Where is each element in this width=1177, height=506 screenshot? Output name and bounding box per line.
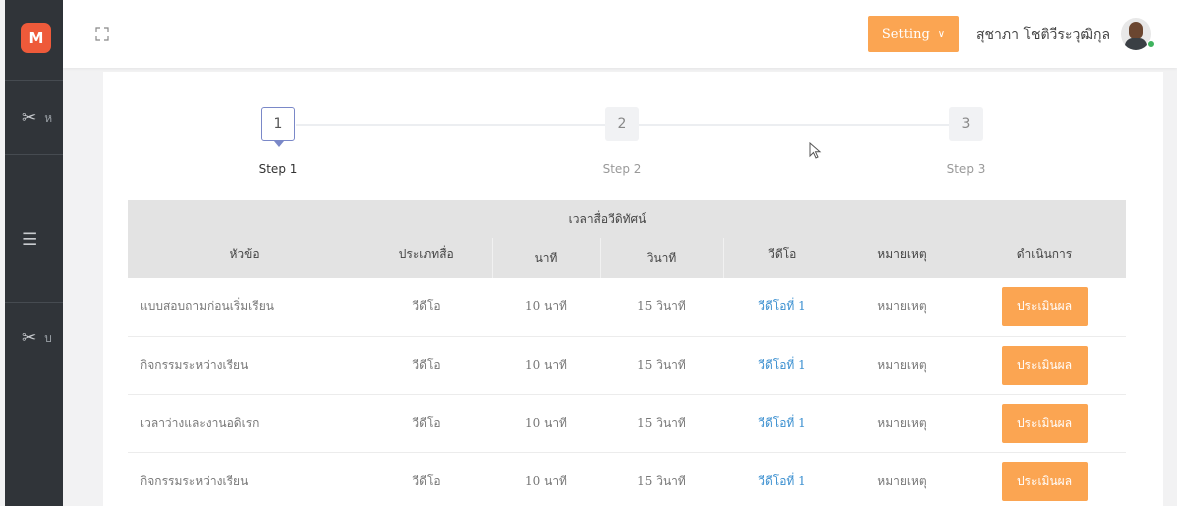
cell-action: ประเมินผล (963, 278, 1126, 337)
step-2-box[interactable]: 2 (605, 107, 639, 141)
setting-label: Setting (881, 26, 930, 42)
online-status-dot (1147, 40, 1155, 48)
cell-note: หมายเหตุ (841, 452, 963, 506)
evaluate-button[interactable]: ประเมินผล (1001, 287, 1088, 327)
menu-icon: ☰ (22, 230, 38, 250)
step-2-label: Step 2 (602, 162, 642, 176)
mouse-cursor-icon (809, 142, 822, 159)
cell-seconds: 15 วินาที (600, 394, 723, 453)
header-minutes: นาที (491, 238, 601, 278)
cell-action: ประเมินผล (963, 336, 1126, 395)
header-seconds: วินาที (599, 238, 724, 278)
cell-topic: เวลาว่างและงานอดิเรก (128, 394, 361, 453)
cell-seconds: 15 วินาที (600, 452, 723, 506)
sidebar-item-menu[interactable]: ☰ (22, 230, 37, 250)
content-card: 1 Step 1 2 Step 2 3 Step 3 หัวข้อ ประเภท… (103, 72, 1163, 506)
cell-minutes: 10 นาที (492, 452, 600, 506)
sidebar-item-label: ห (44, 110, 53, 125)
step-connector (639, 124, 965, 126)
cell-note: หมายเหตุ (841, 278, 963, 337)
cell-video: วีดีโอที่ 1 (723, 452, 841, 506)
cell-media-type: วีดีโอ (361, 336, 492, 395)
setting-button[interactable]: Setting ∨ (868, 16, 959, 52)
table-row: กิจกรรมระหว่างเรียน วีดีโอ 10 นาที 15 วิ… (128, 452, 1126, 506)
table-row: กิจกรรมระหว่างเรียน วีดีโอ 10 นาที 15 วิ… (128, 336, 1126, 395)
sidebar-item-label: บ (44, 330, 52, 345)
header-media-time: เวลาสื่อวีดิทัศน์ (492, 200, 723, 238)
evaluate-button[interactable]: ประเมินผล (1001, 345, 1088, 385)
scissors-icon: ✂ (22, 108, 37, 128)
header-note: หมายเหตุ (841, 200, 963, 278)
logo[interactable]: M (21, 23, 51, 53)
cell-minutes: 10 นาที (492, 278, 600, 337)
table-row: เวลาว่างและงานอดิเรก วีดีโอ 10 นาที 15 ว… (128, 394, 1126, 453)
cell-action: ประเมินผล (963, 394, 1126, 453)
sidebar (5, 0, 63, 506)
cell-action: ประเมินผล (963, 452, 1126, 506)
sidebar-divider (5, 302, 63, 303)
cell-note: หมายเหตุ (841, 336, 963, 395)
step-1-label: Step 1 (258, 162, 298, 176)
cell-media-type: วีดีโอ (361, 394, 492, 453)
step-3-label: Step 3 (946, 162, 986, 176)
evaluate-button[interactable]: ประเมินผล (1001, 403, 1088, 443)
cell-video: วีดีโอที่ 1 (723, 394, 841, 453)
sidebar-divider (5, 80, 63, 81)
step-1-box[interactable]: 1 (261, 107, 295, 147)
chevron-down-icon: ∨ (937, 28, 946, 40)
cell-note: หมายเหตุ (841, 394, 963, 453)
topbar: Setting ∨ สุชาภา โชติวีระวุฒิกุล (63, 0, 1177, 68)
user-name[interactable]: สุชาภา โชติวีระวุฒิกุล (976, 24, 1110, 46)
header-action: ดำเนินการ (963, 200, 1126, 278)
header-topic: หัวข้อ (128, 200, 361, 278)
video-link[interactable]: วีดีโอที่ 1 (758, 474, 806, 488)
video-link[interactable]: วีดีโอที่ 1 (758, 299, 806, 313)
cell-topic: กิจกรรมระหว่างเรียน (128, 336, 361, 395)
step-connector (296, 124, 624, 126)
cell-minutes: 10 นาที (492, 394, 600, 453)
sidebar-item-3[interactable]: ✂ บ (22, 328, 52, 348)
cell-topic: แบบสอบถามก่อนเริ่มเรียน (128, 278, 361, 337)
cell-minutes: 10 นาที (492, 336, 600, 395)
evaluate-button[interactable]: ประเมินผล (1001, 461, 1088, 501)
cell-video: วีดีโอที่ 1 (723, 336, 841, 395)
sidebar-item-1[interactable]: ✂ ห (22, 108, 52, 128)
video-link[interactable]: วีดีโอที่ 1 (758, 358, 806, 372)
header-media-type: ประเภทสื่อ (361, 200, 492, 278)
sidebar-divider (5, 154, 63, 155)
step-3-box[interactable]: 3 (949, 107, 983, 141)
cell-seconds: 15 วินาที (600, 278, 723, 337)
table-row: แบบสอบถามก่อนเริ่มเรียน วีดีโอ 10 นาที 1… (128, 278, 1126, 337)
cell-seconds: 15 วินาที (600, 336, 723, 395)
content-table: หัวข้อ ประเภทสื่อ เวลาสื่อวีดิทัศน์ วีดี… (128, 200, 1126, 506)
cell-media-type: วีดีโอ (361, 278, 492, 337)
cell-video: วีดีโอที่ 1 (723, 278, 841, 337)
scissors-icon: ✂ (22, 328, 37, 348)
fullscreen-icon[interactable] (95, 27, 109, 41)
header-video: วีดีโอ (723, 200, 841, 278)
cell-media-type: วีดีโอ (361, 452, 492, 506)
cell-topic: กิจกรรมระหว่างเรียน (128, 452, 361, 506)
video-link[interactable]: วีดีโอที่ 1 (758, 416, 806, 430)
